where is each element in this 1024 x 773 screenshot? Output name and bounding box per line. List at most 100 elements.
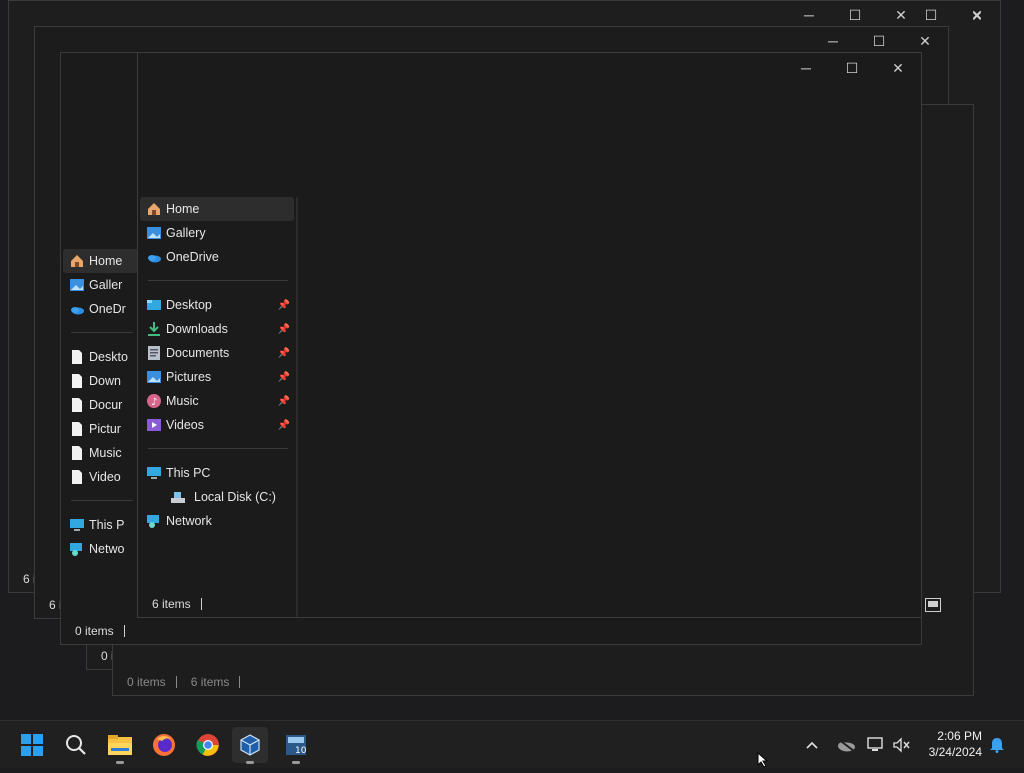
- file-icon: [69, 445, 85, 461]
- nav-item-home[interactable]: Home: [140, 197, 294, 221]
- nav-item-this-pc[interactable]: This PC: [140, 461, 294, 485]
- window-controls-back-3: ☐ ✕: [908, 0, 1000, 30]
- chevron-up-icon: [806, 741, 818, 749]
- clock-time: 2:06 PM: [937, 729, 982, 743]
- nav-divider: [148, 448, 288, 449]
- onedrive-tray-button[interactable]: [834, 721, 858, 769]
- clock-date: 3/24/2024: [928, 745, 982, 759]
- nav-item-this-pc[interactable]: This P: [63, 513, 139, 537]
- svg-text:10: 10: [295, 746, 307, 756]
- file-icon: [69, 469, 85, 485]
- nav-item-onedrive[interactable]: OneDr: [63, 297, 139, 321]
- close-icon[interactable]: ✕: [954, 0, 1000, 30]
- status-item-count: 6 items: [190, 675, 230, 689]
- nav-divider: [71, 332, 133, 333]
- show-hidden-icons-button[interactable]: [800, 721, 824, 769]
- nav-item-pictures[interactable]: Pictur: [63, 417, 139, 441]
- nav-item-documents[interactable]: Docur: [63, 393, 139, 417]
- search-button[interactable]: [58, 727, 94, 763]
- file-explorer-button[interactable]: [102, 727, 138, 764]
- file-explorer-icon: [108, 735, 132, 755]
- calculator-button[interactable]: 10: [278, 727, 314, 764]
- chrome-button[interactable]: [190, 727, 226, 763]
- cursor-arrow-icon: [757, 751, 769, 768]
- virtualbox-icon: [240, 734, 260, 756]
- gallery-icon: [69, 277, 85, 293]
- chrome-icon: [196, 734, 219, 756]
- nav-item-gallery[interactable]: Galler: [63, 273, 139, 297]
- nav-item-network[interactable]: Network: [140, 509, 294, 533]
- nav-item-local-disk[interactable]: Local Disk (C:): [140, 485, 294, 509]
- maximize-icon[interactable]: ☐: [908, 0, 954, 30]
- nav-item-music[interactable]: Music: [63, 441, 139, 465]
- volume-muted-icon: [893, 737, 910, 753]
- music-icon: ♪: [146, 393, 162, 409]
- status-item-count: 0 items: [127, 675, 166, 689]
- nav-item-documents[interactable]: Documents 📌: [140, 341, 294, 365]
- svg-text:♪: ♪: [151, 397, 157, 408]
- nav-item-videos[interactable]: Videos 📌: [140, 413, 294, 437]
- home-icon: [69, 253, 85, 269]
- virtualbox-button[interactable]: [232, 727, 268, 764]
- onedrive-icon: [146, 249, 162, 265]
- search-icon: [66, 735, 86, 755]
- start-icon: [21, 734, 43, 756]
- nav-item-videos[interactable]: Video: [63, 465, 139, 489]
- explorer-window-front[interactable]: ─ ☐ ✕ Home Gallery OneDrive Desktop 📌 Do…: [137, 52, 922, 618]
- bell-icon: [990, 738, 1004, 753]
- calculator-icon: 10: [286, 735, 307, 756]
- file-icon: [69, 349, 85, 365]
- nav-item-desktop[interactable]: Deskto: [63, 345, 139, 369]
- network-icon: [146, 513, 162, 529]
- nav-item-desktop[interactable]: Desktop 📌: [140, 293, 294, 317]
- firefox-button[interactable]: [146, 727, 182, 763]
- nav-item-onedrive[interactable]: OneDrive: [140, 245, 294, 269]
- desktop-icon: [146, 297, 162, 313]
- network-status-icon: [867, 737, 883, 751]
- network-tray-button[interactable]: [864, 721, 888, 769]
- nav-item-music[interactable]: ♪ Music 📌: [140, 389, 294, 413]
- close-icon[interactable]: ✕: [875, 53, 921, 83]
- gallery-icon: [146, 225, 162, 241]
- nav-divider: [148, 280, 288, 281]
- maximize-icon[interactable]: ☐: [829, 53, 875, 83]
- download-icon: [146, 321, 162, 337]
- nav-item-downloads[interactable]: Downloads 📌: [140, 317, 294, 341]
- file-icon: [69, 397, 85, 413]
- nav-item-gallery[interactable]: Gallery: [140, 221, 294, 245]
- onedrive-icon: [69, 301, 85, 317]
- nav-divider: [71, 500, 133, 501]
- status-item-count: 0 items: [75, 624, 114, 638]
- nav-pane-divider[interactable]: [296, 197, 298, 617]
- home-icon: [146, 201, 162, 217]
- notifications-button[interactable]: [986, 721, 1008, 769]
- file-icon: [69, 421, 85, 437]
- file-icon: [69, 373, 85, 389]
- navigation-pane: Home Galler OneDr Deskto Down Docur Pict…: [63, 249, 139, 561]
- nav-item-network[interactable]: Netwo: [63, 537, 139, 561]
- running-indicator: [116, 761, 124, 764]
- pin-icon[interactable]: 📌: [278, 396, 290, 407]
- pin-icon[interactable]: 📌: [278, 300, 290, 311]
- drive-icon: [170, 489, 186, 505]
- videos-icon: [146, 417, 162, 433]
- nav-item-pictures[interactable]: Pictures 📌: [140, 365, 294, 389]
- minimize-icon[interactable]: ─: [783, 53, 829, 83]
- details-view-button[interactable]: [925, 598, 941, 612]
- start-button[interactable]: [14, 727, 50, 763]
- volume-tray-button[interactable]: [890, 721, 914, 769]
- pin-icon[interactable]: 📌: [278, 324, 290, 335]
- status-item-count: 6 items: [152, 597, 191, 611]
- nav-item-home[interactable]: Home: [63, 249, 139, 273]
- mouse-cursor: [757, 751, 769, 773]
- system-clock[interactable]: 2:06 PM 3/24/2024: [929, 728, 982, 760]
- nav-item-downloads[interactable]: Down: [63, 369, 139, 393]
- pin-icon[interactable]: 📌: [278, 348, 290, 359]
- pin-icon[interactable]: 📌: [278, 372, 290, 383]
- navigation-pane: Home Gallery OneDrive Desktop 📌 Download…: [140, 197, 294, 533]
- running-indicator: [292, 761, 300, 764]
- pc-icon: [146, 465, 162, 481]
- running-indicator: [246, 761, 254, 764]
- network-icon: [69, 541, 85, 557]
- pin-icon[interactable]: 📌: [278, 420, 290, 431]
